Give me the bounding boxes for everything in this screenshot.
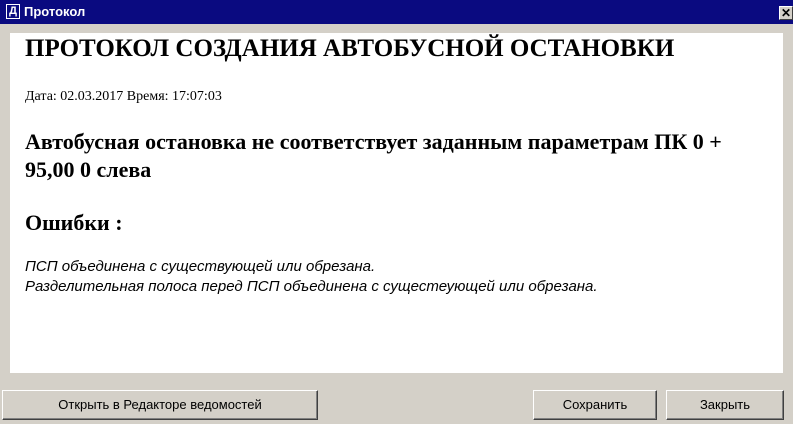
report-datetime: Дата: 02.03.2017 Время: 17:07:03 (25, 89, 222, 104)
report-heading: ПРОТОКОЛ СОЗДАНИЯ АВТОБУСНОЙ ОСТАНОВКИ (25, 35, 675, 62)
close-button[interactable]: Закрыть (666, 390, 784, 420)
app-icon: Д (6, 4, 20, 19)
error-item: Разделительная полоса перед ПСП объедине… (25, 278, 598, 295)
report-panel (10, 33, 783, 373)
window-title: Протокол (24, 4, 86, 19)
protocol-window: Д Протокол ✕ ПРОТОКОЛ СОЗДАНИЯ АВТОБУСНО… (0, 0, 793, 424)
status-message: Автобусная остановка не соответствует за… (25, 129, 722, 182)
errors-heading: Ошибки : (25, 210, 123, 235)
close-icon[interactable]: ✕ (779, 6, 793, 20)
title-bar[interactable]: Д Протокол ✕ (0, 0, 793, 24)
open-in-editor-button[interactable]: Открыть в Редакторе ведомостей (2, 390, 318, 420)
errors-list: ПСП объединена с существующей или обреза… (25, 257, 745, 297)
save-button[interactable]: Сохранить (533, 390, 657, 420)
error-item: ПСП объединена с существующей или обреза… (25, 258, 376, 275)
